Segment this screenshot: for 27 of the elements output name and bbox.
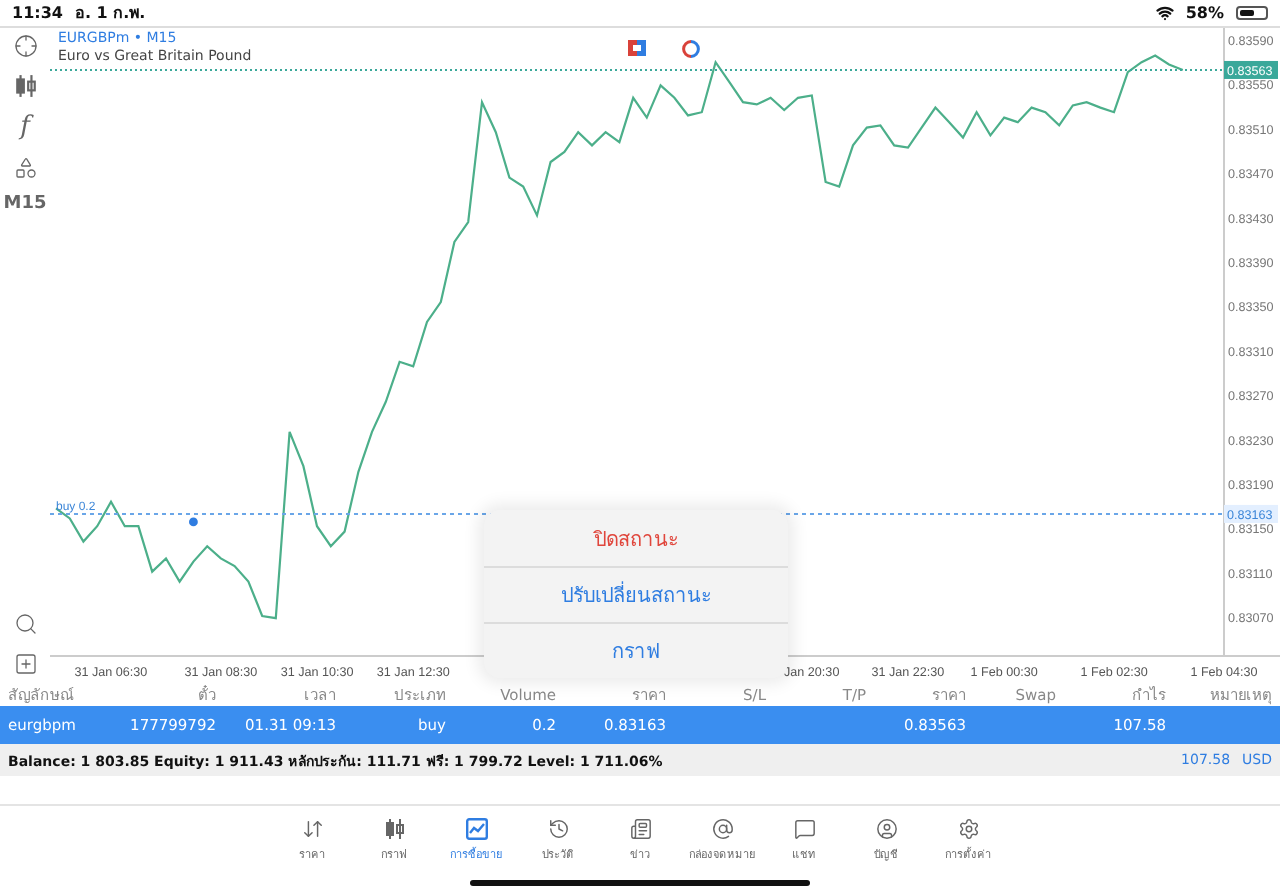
ring-icon — [682, 40, 700, 58]
chat-icon — [793, 818, 815, 840]
entry-dot — [189, 517, 198, 527]
battery-icon — [1236, 6, 1268, 20]
candlestick-button[interactable] — [13, 74, 37, 98]
history-icon — [547, 818, 569, 840]
date: อ. 1 ก.พ. — [74, 2, 146, 26]
timeframe-button[interactable]: M15 — [3, 196, 47, 214]
flag-icon — [628, 40, 646, 56]
candlestick-icon — [383, 818, 405, 840]
user-icon — [875, 818, 897, 840]
settings-icon — [957, 818, 979, 840]
menu-item[interactable]: กราฟ — [484, 622, 788, 678]
search-button[interactable] — [13, 612, 37, 636]
arrows-icon — [301, 818, 323, 840]
clock: 11:34 — [12, 4, 63, 22]
objects-button[interactable] — [13, 156, 37, 180]
menu-item[interactable]: ปรับเปลี่ยนสถานะ — [484, 566, 788, 622]
add-button[interactable] — [13, 652, 37, 676]
news-icon — [629, 818, 651, 840]
line-chart-icon — [465, 818, 487, 840]
indicators-button[interactable]: f — [20, 114, 30, 140]
at-sign-icon — [711, 818, 733, 840]
battery-percent: 58% — [1185, 4, 1224, 22]
crosshair-button[interactable] — [13, 34, 37, 58]
wifi-icon — [1155, 4, 1174, 22]
menu-item[interactable]: ปิดสถานะ — [484, 510, 788, 566]
